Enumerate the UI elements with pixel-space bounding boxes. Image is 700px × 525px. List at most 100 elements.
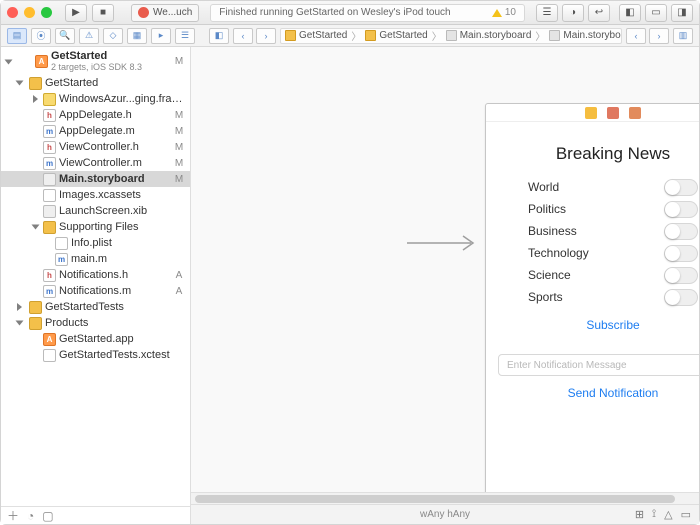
view-controller-scene[interactable]: Breaking News World Politics Business Techn… <box>485 103 699 492</box>
issues-indicator[interactable]: 10 <box>492 7 516 18</box>
tree-group[interactable]: GetStarted <box>1 75 190 91</box>
tree-group[interactable]: Products <box>1 315 190 331</box>
subscribe-button[interactable]: Subscribe <box>486 318 699 332</box>
tree-item[interactable]: hViewController.hM <box>1 139 190 155</box>
category-label[interactable]: Science <box>528 268 571 282</box>
size-class-indicator[interactable]: wAny hAny <box>420 509 470 520</box>
tree-item[interactable]: AGetStarted.app <box>1 331 190 347</box>
tree-item[interactable]: mViewController.mM <box>1 155 190 171</box>
tree-item[interactable]: mmain.m <box>1 251 190 267</box>
category-switch[interactable] <box>664 289 698 306</box>
report-navigator-tab[interactable]: ☰ <box>175 28 195 44</box>
scheme-label: We...uch <box>153 7 192 18</box>
exit-icon[interactable] <box>629 107 641 119</box>
heading-label[interactable]: Breaking News <box>486 144 699 164</box>
editor-mode-assistant[interactable]: ◑ <box>562 4 584 22</box>
first-responder-icon[interactable] <box>607 107 619 119</box>
disclosure-triangle-icon[interactable] <box>16 321 24 326</box>
tree-item[interactable]: mNotifications.mA <box>1 283 190 299</box>
switch-knob <box>665 246 680 261</box>
tree-item[interactable]: hAppDelegate.hM <box>1 107 190 123</box>
category-row: World <box>528 176 698 198</box>
navigator-footer: ＋ ◔ ▢ <box>1 506 190 524</box>
pin-tool-button[interactable]: ⟟ <box>652 508 656 521</box>
run-button[interactable]: ▶ <box>65 4 87 22</box>
activity-status: Finished running GetStarted on Wesley's … <box>210 4 525 22</box>
debug-navigator-tab[interactable]: ▦ <box>127 28 147 44</box>
breakpoint-navigator-tab[interactable]: ▸ <box>151 28 171 44</box>
related-items-button[interactable]: ◧ <box>209 28 229 44</box>
notification-message-field[interactable]: Enter Notification Message <box>498 354 699 376</box>
initial-view-controller-arrow[interactable] <box>407 233 479 258</box>
category-label[interactable]: Business <box>528 224 577 238</box>
filter-recent-button[interactable]: ◔ <box>27 509 34 523</box>
tree-item[interactable]: Info.plist <box>1 235 190 251</box>
stop-button[interactable]: ■ <box>92 4 114 22</box>
category-label[interactable]: Technology <box>528 246 589 260</box>
framework-icon <box>43 93 56 106</box>
jumpbar-back-button[interactable]: ‹ <box>233 28 253 44</box>
tree-item[interactable]: WindowsAzur...ging.framework <box>1 91 190 107</box>
category-switch[interactable] <box>664 223 698 240</box>
tree-item[interactable]: Images.xcassets <box>1 187 190 203</box>
zoom-window-button[interactable] <box>41 7 52 18</box>
disclosure-triangle-icon[interactable] <box>33 95 38 103</box>
prev-file-button[interactable]: ‹ <box>626 28 646 44</box>
toggle-navigator-button[interactable]: ◧ <box>619 4 641 22</box>
minimize-window-button[interactable] <box>24 7 35 18</box>
placeholder-text: Enter Notification Message <box>507 360 627 371</box>
jump-bar[interactable]: GetStarted 〉 GetStarted 〉 Main.storyboar… <box>280 28 622 44</box>
align-tool-button[interactable]: ⊞ <box>635 508 644 521</box>
canvas-scroll-area[interactable]: Breaking News World Politics Business Techn… <box>191 47 699 492</box>
editor-mode-version[interactable]: ↩ <box>588 4 610 22</box>
scheme-selector[interactable]: We...uch <box>131 4 199 22</box>
add-button[interactable]: ＋ <box>7 507 19 524</box>
switch-knob <box>665 224 680 239</box>
scene-dock[interactable] <box>486 104 699 122</box>
tree-item[interactable]: LaunchScreen.xib <box>1 203 190 219</box>
category-switch[interactable] <box>664 179 698 196</box>
symbol-navigator-tab[interactable]: ⦿ <box>31 28 51 44</box>
category-switch[interactable] <box>664 267 698 284</box>
category-switch[interactable] <box>664 245 698 262</box>
disclosure-triangle-icon[interactable] <box>32 225 40 230</box>
test-navigator-tab[interactable]: ◇ <box>103 28 123 44</box>
tree-item[interactable]: mAppDelegate.mM <box>1 123 190 139</box>
send-notification-button[interactable]: Send Notification <box>486 386 699 400</box>
category-label[interactable]: Sports <box>528 290 563 304</box>
tree-item[interactable]: hNotifications.hA <box>1 267 190 283</box>
resolve-issues-button[interactable]: △ <box>664 508 672 521</box>
project-navigator: A GetStarted 2 targets, iOS SDK 8.3 M Ge… <box>1 47 191 524</box>
find-navigator-tab[interactable]: 🔍 <box>55 28 75 44</box>
editor-mode-standard[interactable]: ☰ <box>536 4 558 22</box>
xib-file-icon <box>43 205 56 218</box>
project-navigator-tab[interactable]: ▤ <box>7 28 27 44</box>
category-switch[interactable] <box>664 201 698 218</box>
header-file-icon: h <box>43 269 56 282</box>
tree-item[interactable]: GetStartedTests.xctest <box>1 347 190 363</box>
issue-navigator-tab[interactable]: ⚠ <box>79 28 99 44</box>
filter-scm-button[interactable]: ▢ <box>42 509 53 523</box>
tree-group[interactable]: Supporting Files <box>1 219 190 235</box>
view-controller-icon[interactable] <box>585 107 597 119</box>
scm-status: M <box>172 56 186 67</box>
horizontal-scrollbar[interactable] <box>191 492 699 504</box>
scrollbar-thumb[interactable] <box>195 495 675 503</box>
tree-item-selected[interactable]: Main.storyboardM <box>1 171 190 187</box>
disclosure-triangle-icon[interactable] <box>5 60 13 65</box>
toggle-utilities-button[interactable]: ◨ <box>671 4 693 22</box>
app-icon <box>138 7 149 18</box>
tree-group[interactable]: GetStartedTests <box>1 299 190 315</box>
toggle-debug-area-button[interactable]: ▭ <box>645 4 667 22</box>
jumpbar-forward-button[interactable]: › <box>256 28 276 44</box>
resizing-behavior-button[interactable]: ▭ <box>681 508 691 521</box>
category-label[interactable]: World <box>528 180 559 194</box>
category-label[interactable]: Politics <box>528 202 566 216</box>
close-window-button[interactable] <box>7 7 18 18</box>
switch-knob <box>665 180 680 195</box>
disclosure-triangle-icon[interactable] <box>17 303 22 311</box>
disclosure-triangle-icon[interactable] <box>16 81 24 86</box>
document-outline-toggle[interactable]: ▥ <box>673 28 693 44</box>
next-file-button[interactable]: › <box>649 28 669 44</box>
project-title[interactable]: GetStarted <box>51 50 142 62</box>
